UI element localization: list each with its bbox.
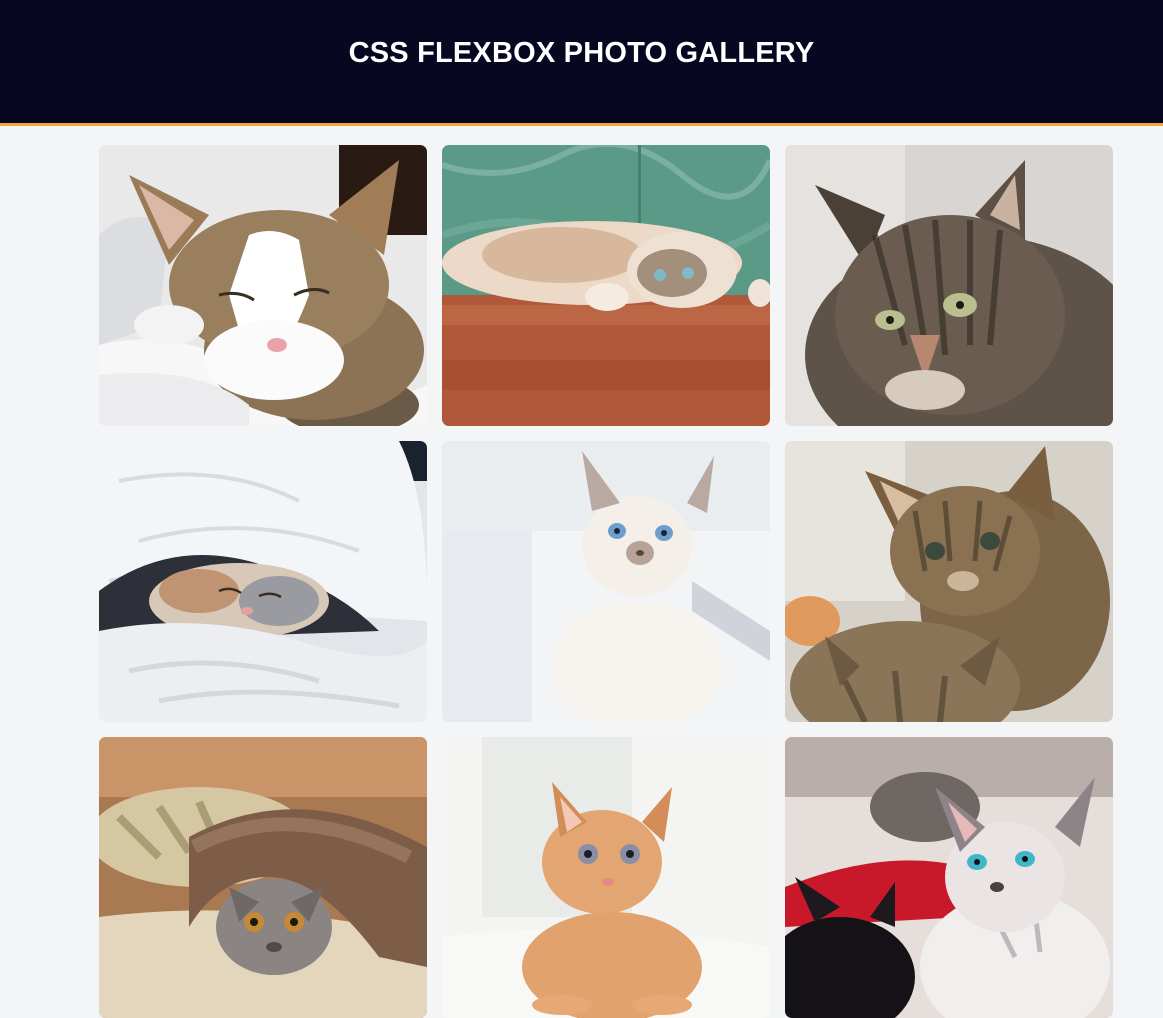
gallery-photo-3[interactable]: [785, 145, 1113, 426]
gallery-photo-1[interactable]: [99, 145, 427, 426]
page-header: CSS FLEXBOX PHOTO GALLERY: [0, 0, 1163, 126]
cat-photo-icon: [99, 441, 427, 722]
gallery-photo-7[interactable]: [99, 737, 427, 1018]
gallery-photo-9[interactable]: [785, 737, 1113, 1018]
gallery-photo-4[interactable]: [99, 441, 427, 722]
cat-photo-icon: [785, 737, 1113, 1018]
page-title: CSS FLEXBOX PHOTO GALLERY: [348, 37, 815, 69]
gallery-photo-8[interactable]: [442, 737, 770, 1018]
gallery-photo-6[interactable]: [785, 441, 1113, 722]
cat-photo-icon: [99, 737, 427, 1018]
cat-photo-icon: [442, 145, 770, 426]
photo-gallery: [99, 145, 1115, 1018]
gallery-photo-5[interactable]: [442, 441, 770, 722]
cat-photo-icon: [99, 145, 427, 426]
cat-photo-icon: [785, 145, 1113, 426]
cat-photo-icon: [442, 737, 770, 1018]
gallery-photo-2[interactable]: [442, 145, 770, 426]
cat-photo-icon: [785, 441, 1113, 722]
cat-photo-icon: [442, 441, 770, 722]
